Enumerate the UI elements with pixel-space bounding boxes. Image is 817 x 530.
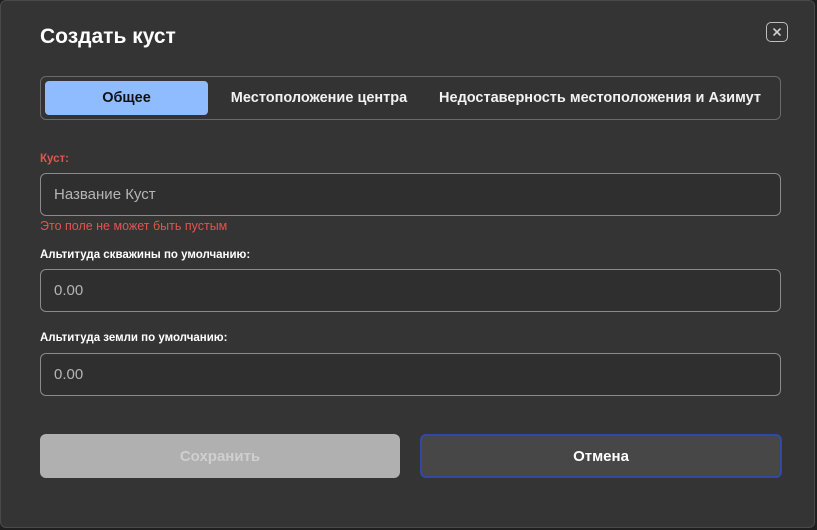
create-bush-dialog: Создать куст Общее Местоположение центра… <box>0 0 815 528</box>
close-button[interactable] <box>766 22 788 42</box>
well-altitude-input[interactable] <box>40 269 781 312</box>
dialog-title: Создать куст <box>40 25 176 48</box>
tab-location-uncertainty-azimuth[interactable]: Недоставерность местоположения и Азимут <box>433 81 767 115</box>
ground-altitude-input[interactable] <box>40 353 781 396</box>
bush-name-input[interactable] <box>40 173 781 216</box>
close-icon <box>773 28 781 36</box>
bush-error-message: Это поле не может быть пустым <box>40 219 228 233</box>
cancel-button[interactable]: Отмена <box>420 434 782 478</box>
save-button[interactable]: Сохранить <box>40 434 400 478</box>
ground-altitude-label: Альтитуда земли по умолчанию: <box>40 332 228 344</box>
tab-center-location[interactable]: Местоположение центра <box>221 81 417 115</box>
well-altitude-label: Альтитуда скважины по умолчанию: <box>40 249 251 261</box>
bush-label: Куст: <box>40 153 69 165</box>
tab-general[interactable]: Общее <box>45 81 208 115</box>
tab-bar: Общее Местоположение центра Недоставерно… <box>40 76 781 120</box>
